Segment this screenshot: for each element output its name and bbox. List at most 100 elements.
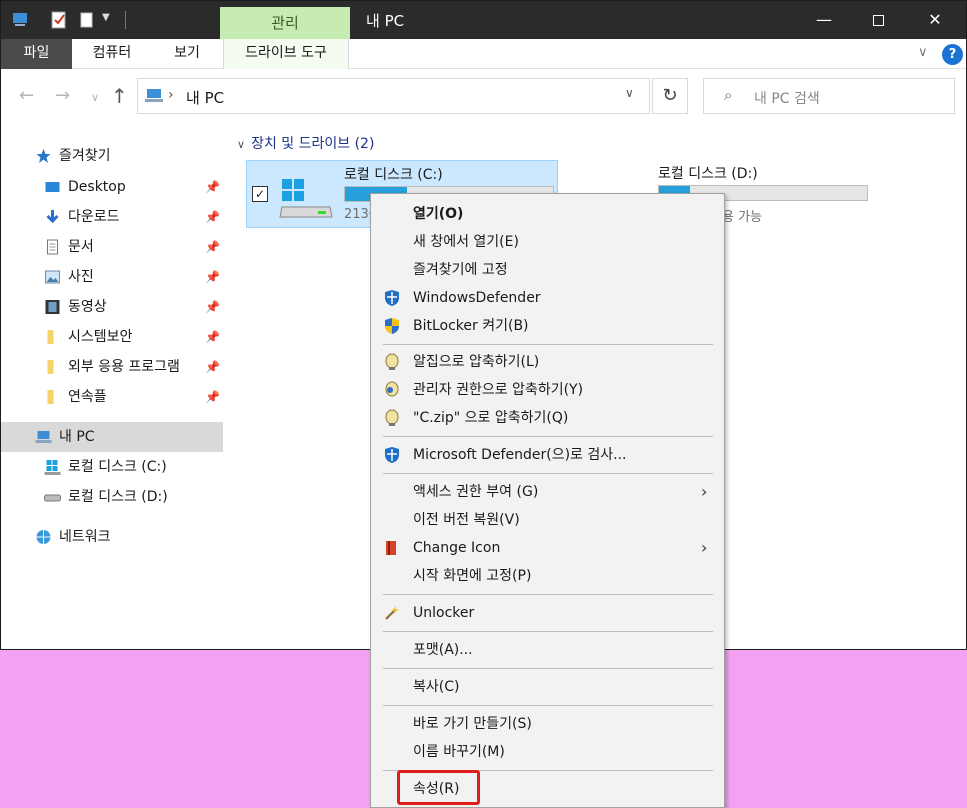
sidebar-item-drive-c[interactable]: 로컬 디스크 (C:) (1, 452, 223, 482)
refresh-button[interactable]: ↻ (652, 78, 688, 114)
menu-separator (383, 668, 713, 669)
alzip-icon (385, 353, 399, 370)
menu-item-label: 포맷(A)... (413, 642, 473, 658)
sidebar-item-label: 시스템보안 (68, 329, 133, 345)
submenu-arrow-icon: › (701, 482, 708, 501)
sidebar-item-this-pc[interactable]: 내 PC (1, 422, 223, 452)
menu-item-open[interactable]: 열기(O) (371, 201, 724, 227)
sidebar-item-label: 문서 (68, 239, 94, 255)
collapse-chevron-icon[interactable]: ∨ (237, 138, 245, 151)
ribbon-tabs: 파일 컴퓨터 보기 드라이브 도구 ∨ ? (1, 39, 966, 69)
sidebar-item-label: 네트워크 (59, 529, 111, 545)
menu-item-create-shortcut[interactable]: 바로 가기 만들기(S) (371, 711, 724, 737)
help-icon[interactable]: ? (942, 44, 963, 65)
pin-icon[interactable]: 📌 (205, 202, 220, 232)
tab-file[interactable]: 파일 (1, 39, 72, 69)
download-icon (46, 210, 59, 224)
menu-item-windows-defender[interactable]: WindowsDefender (371, 285, 724, 311)
expand-ribbon-icon[interactable]: ∨ (918, 45, 928, 60)
menu-item-label: 이전 버전 복원(V) (413, 512, 520, 528)
menu-item-format[interactable]: 포맷(A)... (371, 637, 724, 663)
menu-item-label: 바로 가기 만들기(S) (413, 716, 532, 732)
sidebar-item-desktop[interactable]: Desktop 📌 (1, 172, 223, 202)
pin-icon[interactable]: 📌 (205, 292, 220, 322)
sidebar-item-folder-security[interactable]: 시스템보안 📌 (1, 322, 223, 352)
forward-button[interactable]: → (55, 85, 70, 106)
drive-name: 로컬 디스크 (D:) (658, 166, 758, 182)
minimize-button[interactable]: — (796, 1, 852, 39)
customize-toolbar-icon[interactable]: ▼ (102, 12, 110, 23)
group-header-devices[interactable]: ∨ 장치 및 드라이브 (2) (237, 133, 374, 153)
sidebar-item-downloads[interactable]: 다운로드 📌 (1, 202, 223, 232)
menu-item-bitlocker[interactable]: BitLocker 켜기(B) (371, 313, 724, 339)
properties-icon[interactable] (49, 10, 69, 30)
search-input[interactable]: ⌕ 내 PC 검색 (703, 78, 955, 114)
recent-locations-button[interactable]: ∨ (91, 91, 99, 104)
navigation-pane: 즐겨찾기 Desktop 📌 다운로드 📌 문서 📌 사진 📌 동영상 📌 시스… (1, 131, 225, 649)
pin-icon[interactable]: 📌 (205, 382, 220, 412)
videos-icon (45, 300, 60, 314)
sidebar-item-network[interactable]: 네트워크 (1, 522, 223, 552)
windows-drive-icon (279, 179, 333, 218)
tab-view[interactable]: 보기 (159, 39, 215, 69)
drive-icon (44, 494, 61, 502)
sidebar-item-videos[interactable]: 동영상 📌 (1, 292, 223, 322)
menu-item-defender-scan[interactable]: Microsoft Defender(으)로 검사... (371, 442, 724, 468)
this-pc-icon[interactable] (11, 10, 31, 30)
folder-icon (47, 360, 54, 374)
menu-item-change-icon[interactable]: Change Icon › (371, 535, 724, 561)
breadcrumb-chevron-icon[interactable]: › (168, 87, 174, 103)
defender-shield-icon (385, 447, 399, 463)
alzip-icon (385, 409, 399, 426)
pin-icon[interactable]: 📌 (205, 172, 220, 202)
menu-item-rename[interactable]: 이름 바꾸기(M) (371, 739, 724, 765)
new-folder-icon[interactable] (77, 10, 97, 30)
properties-highlight-box (397, 770, 480, 805)
menu-item-copy[interactable]: 복사(C) (371, 674, 724, 700)
folder-icon (47, 330, 54, 344)
menu-item-pin-start[interactable]: 시작 화면에 고정(P) (371, 563, 724, 589)
tab-computer[interactable]: 컴퓨터 (79, 39, 145, 69)
sidebar-item-label: Desktop (68, 179, 126, 195)
menu-separator (383, 344, 713, 345)
up-button[interactable]: ↑ (111, 84, 128, 108)
menu-item-label: 시작 화면에 고정(P) (413, 568, 532, 584)
window-title: 내 PC (366, 12, 405, 30)
address-dropdown-icon[interactable]: ∨ (625, 86, 634, 100)
pin-icon[interactable]: 📌 (205, 352, 220, 382)
sidebar-item-folder-external-apps[interactable]: 외부 응용 프로그램 📌 (1, 352, 223, 382)
tab-drive-tools[interactable]: 드라이브 도구 (223, 39, 349, 69)
pin-icon[interactable]: 📌 (205, 262, 220, 292)
menu-separator (383, 436, 713, 437)
menu-item-open-new-window[interactable]: 새 창에서 열기(E) (371, 229, 724, 255)
sidebar-item-label: 즐겨찾기 (59, 148, 111, 164)
sidebar-item-pictures[interactable]: 사진 📌 (1, 262, 223, 292)
tab-manage[interactable]: 관리 (220, 7, 350, 39)
menu-item-restore-previous[interactable]: 이전 버전 복원(V) (371, 507, 724, 533)
breadcrumb-this-pc[interactable]: 내 PC (186, 87, 224, 108)
sidebar-item-label: 내 PC (59, 429, 95, 445)
sidebar-item-drive-d[interactable]: 로컬 디스크 (D:) (1, 482, 223, 512)
pin-icon[interactable]: 📌 (205, 322, 220, 352)
item-checkbox[interactable]: ✓ (252, 186, 268, 202)
magic-wand-icon (385, 606, 399, 620)
menu-item-label: 액세스 권한 부여 (G) (413, 484, 539, 500)
sidebar-item-documents[interactable]: 문서 📌 (1, 232, 223, 262)
back-button[interactable]: ← (19, 85, 34, 106)
menu-item-grant-access[interactable]: 액세스 권한 부여 (G) › (371, 479, 724, 505)
defender-shield-icon (385, 290, 399, 306)
sidebar-item-label: 사진 (68, 269, 94, 285)
maximize-button[interactable] (850, 1, 906, 39)
close-button[interactable]: ✕ (907, 1, 963, 39)
menu-item-alzip-compress[interactable]: 알집으로 압축하기(L) (371, 349, 724, 375)
pin-icon[interactable]: 📌 (205, 232, 220, 262)
menu-item-compress-czip[interactable]: "C.zip" 으로 압축하기(Q) (371, 405, 724, 431)
sidebar-item-label: 다운로드 (68, 209, 120, 225)
menu-item-unlocker[interactable]: Unlocker (371, 600, 724, 626)
address-bar[interactable]: › 내 PC ∨ (137, 78, 650, 114)
sidebar-item-quick-access[interactable]: 즐겨찾기 (1, 141, 223, 171)
menu-item-admin-compress[interactable]: 관리자 권한으로 압축하기(Y) (371, 377, 724, 403)
menu-item-pin-quick-access[interactable]: 즐겨찾기에 고정 (371, 257, 724, 283)
menu-item-label: 새 창에서 열기(E) (413, 234, 519, 250)
sidebar-item-folder-continuous[interactable]: 연속플 📌 (1, 382, 223, 412)
